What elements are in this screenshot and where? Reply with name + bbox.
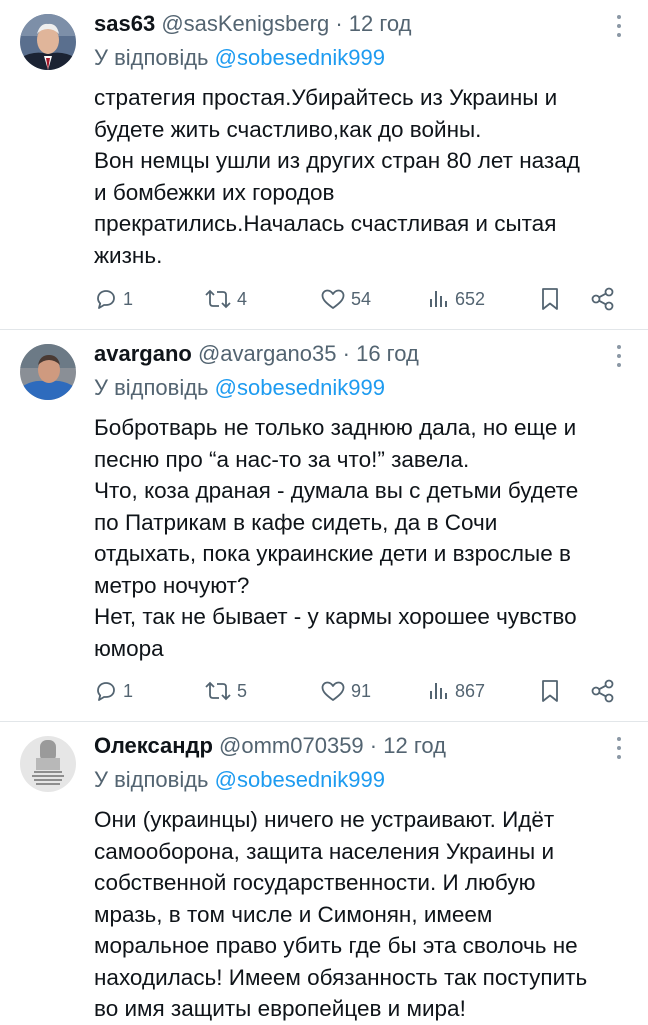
reply-context: У відповідь @sobesednik999 [94,766,385,794]
bookmark-button[interactable] [539,676,561,706]
tweet[interactable]: avargano @avargano35 · 16 год У відповід… [0,330,648,722]
tweet-text: Они (украинцы) ничего не устраивают. Идё… [94,804,628,1025]
like-button[interactable]: 54 [320,284,371,314]
tweet-text-line: юмора [94,635,164,661]
reply-count: 1 [123,288,134,309]
share-button[interactable] [590,284,616,314]
reply-count: 1 [123,680,134,701]
reply-mention-link[interactable]: @sobesednik999 [215,375,385,400]
retweet-button[interactable]: 5 [204,676,247,706]
author-name[interactable]: sas63 [94,11,155,36]
tweet-actions: 1 5 91 867 [94,676,628,706]
bookmark-icon [542,680,558,702]
like-count: 54 [351,288,372,309]
author-name[interactable]: avargano [94,341,192,366]
like-icon [321,289,345,309]
like-icon [321,681,345,701]
author-handle[interactable]: @sasKenigsberg [161,11,329,36]
views-button[interactable]: 652 [428,284,485,314]
tweet[interactable]: Олександр @omm070359 · 12 год У відповід… [0,722,648,1024]
tweet-header: Олександр @omm070359 · 12 год [94,732,608,760]
retweet-count: 5 [237,680,248,701]
separator-dot: · [369,733,378,758]
retweet-button[interactable]: 4 [204,284,247,314]
tweet-text-line: Вон немцы ушли из других стран 80 лет на… [94,148,580,173]
tweet-text-line: отдыхать, пока украинские дети и взрослы… [94,541,571,566]
reply-button[interactable]: 1 [94,284,133,314]
share-icon [591,679,614,703]
avatar[interactable] [20,344,76,400]
reply-context: У відповідь @sobesednik999 [94,44,385,72]
more-icon[interactable] [616,345,622,367]
bookmark-button[interactable] [539,284,561,314]
tweet-text-line: Что, коза драная - думала вы с детьми бу… [94,478,579,503]
author-handle[interactable]: @avargano35 [198,341,337,366]
tweet[interactable]: sas63 @sasKenigsberg · 12 год У відповід… [0,0,648,330]
views-button[interactable]: 867 [428,676,485,706]
timestamp[interactable]: 16 год [356,341,419,366]
tweet-text-line: находилась! Имеем обязанность так поступ… [94,964,588,990]
like-count: 91 [351,680,372,701]
timestamp[interactable]: 12 год [383,733,446,758]
tweet-header: avargano @avargano35 · 16 год [94,340,608,368]
tweet-text-line: песню про “а нас-то за что!” завела. [94,446,470,472]
retweet-count: 4 [237,288,248,309]
views-icon [430,291,447,307]
separator-dot: · [335,11,343,36]
reply-mention-link[interactable]: @sobesednik999 [215,767,385,792]
reply-button[interactable]: 1 [94,676,133,706]
tweet-text-line: Бобротварь не только заднюю дала, но еще… [94,415,577,440]
tweet-text: Бобротварь не только заднюю дала, но еще… [94,412,628,664]
author-handle[interactable]: @omm070359 [219,733,364,758]
views-count: 867 [455,680,486,701]
tweet-text-line: самооборона, защита населения Украины и [94,838,555,864]
reply-prefix: У відповідь [94,45,209,70]
reply-icon [97,682,115,701]
avatar[interactable] [20,14,76,70]
reply-prefix: У відповідь [94,767,209,792]
tweet-text-line: будете жить счастливо,как до войны. [94,116,482,142]
tweet-text-line: метро ночуют? [94,572,250,598]
tweet-text-line: прекратились.Началась счастливая и сытая [94,211,557,236]
retweet-icon [205,289,231,309]
tweet-actions: 1 4 54 652 [94,284,628,314]
share-icon [591,287,614,311]
tweet-text: стратегия простая.Убирайтесь из Украины … [94,82,628,271]
tweet-text-line: стратегия простая.Убирайтесь из Украины … [94,85,558,110]
reply-mention-link[interactable]: @sobesednik999 [215,45,385,70]
reply-context: У відповідь @sobesednik999 [94,374,385,402]
like-button[interactable]: 91 [320,676,371,706]
author-name[interactable]: Олександр [94,733,213,758]
tweet-text-line: мразь, в том числе и Симонян, имеем [94,901,493,927]
reply-icon [97,290,115,309]
tweet-text-line: моральное право убить где бы эта сволочь… [94,933,578,958]
avatar[interactable] [20,736,76,792]
separator-dot: · [342,341,350,366]
tweet-text-line: Они (украинцы) ничего не устраивают. Идё… [94,807,555,832]
views-count: 652 [455,288,486,309]
more-icon[interactable] [616,737,622,759]
reply-prefix: У відповідь [94,375,209,400]
tweet-text-line: во имя защиты европейцев и мира! [94,996,466,1021]
tweet-text-line: собственной государственности. И любую [94,870,536,895]
tweet-text-line: Нет, так не бывает - у кармы хорошее чув… [94,604,577,629]
more-icon[interactable] [616,15,622,37]
share-button[interactable] [590,676,616,706]
tweet-text-line: и бомбежки их городов [94,179,335,205]
timestamp[interactable]: 12 год [349,11,412,36]
retweet-icon [205,681,231,701]
tweet-text-line: жизнь. [94,242,163,268]
views-icon [430,683,447,699]
tweet-text-line: по Патрикам в кафе сидеть, да в Сочи [94,509,498,535]
tweet-header: sas63 @sasKenigsberg · 12 год [94,10,608,38]
bookmark-icon [542,288,558,310]
